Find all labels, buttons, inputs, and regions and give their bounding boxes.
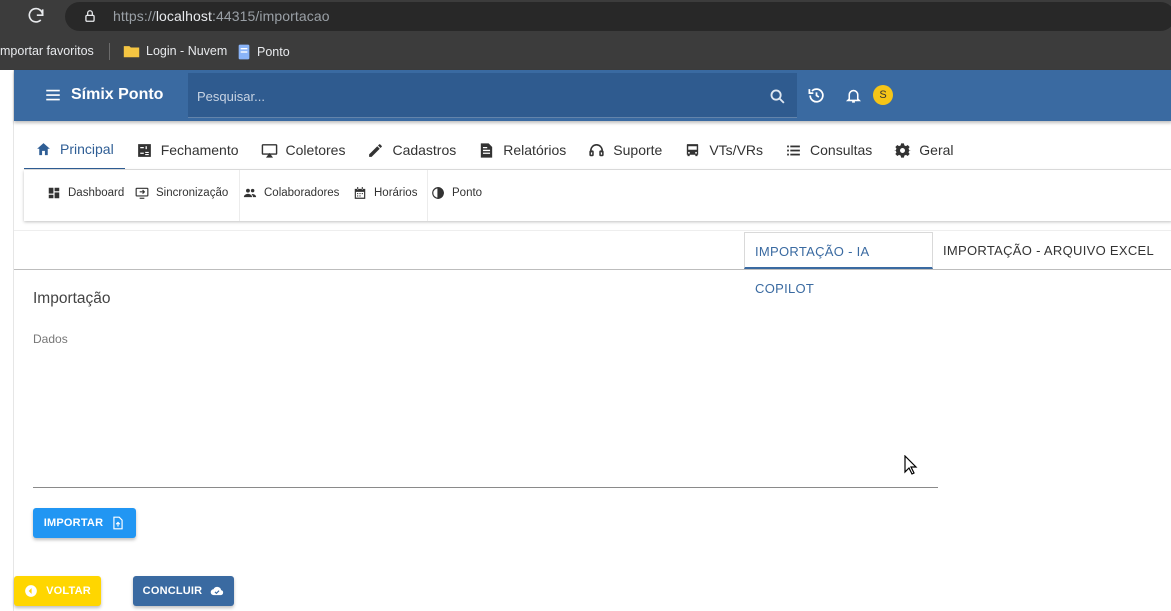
app-root: Símix Ponto S Principal Fechamento Colet… [13,70,1171,611]
subnav-label: Sincronização [156,187,229,199]
import-button[interactable]: IMPORTAR [33,508,136,538]
tabbar-divider [14,269,1171,270]
tab-label: Fechamento [160,142,239,158]
browser-chrome: https://localhost:44315/importacao mport… [0,0,1171,70]
monitor-icon [261,143,277,158]
brand-title[interactable]: Símix Ponto [71,86,163,104]
menu-icon[interactable] [44,85,62,105]
import-button-label: IMPORTAR [43,517,104,529]
bookmark-label: Ponto [257,45,290,59]
subnav-label: Colaboradores [264,187,340,199]
subnav-ponto[interactable]: Ponto [431,186,482,200]
reload-icon[interactable] [26,6,46,26]
bookmark-separator [109,43,110,60]
section-title: Importação [33,290,111,307]
clock-icon [432,187,444,199]
main-nav: Principal Fechamento Coletores Cadastros… [24,130,965,170]
tab-label: VTs/VRs [709,142,764,158]
headset-icon [589,143,604,156]
subnav-label: Dashboard [68,187,125,199]
back-circle-icon [25,585,37,597]
search-icon[interactable] [769,88,786,105]
back-button-label: VOLTAR [46,585,91,597]
tab-geral[interactable]: Geral [883,130,964,170]
bookmark-import-favorites[interactable]: mportar favoritos [0,44,94,58]
user-avatar[interactable]: S [873,85,893,105]
tab-cadastros[interactable]: Cadastros [356,130,467,170]
url-text[interactable]: https://localhost:44315/importacao [113,8,330,24]
subnav-horarios[interactable]: Horários [353,186,417,200]
tab-principal[interactable]: Principal [24,130,125,170]
bus-icon [687,143,699,156]
tab-label: Consultas [810,142,873,158]
tab-label: Coletores [285,142,346,158]
tab-label: Suporte [613,142,663,158]
document-icon [238,44,250,60]
cloud-check-icon [211,586,224,596]
back-button[interactable]: VOLTAR [14,576,101,606]
list-icon [787,145,800,155]
file-upload-icon [113,516,123,530]
app-topbar: Símix Ponto S [14,70,1171,121]
home-icon [37,142,50,155]
sync-icon [135,187,149,199]
mouse-cursor-icon [904,455,918,475]
search-box [188,73,797,118]
finish-button[interactable]: CONCLUIR [133,576,234,606]
calendar-icon [354,187,366,199]
bookmark-login-nuvem[interactable]: Login - Nuvem [123,44,227,58]
dados-textarea[interactable] [33,350,938,488]
bookmark-ponto[interactable]: Ponto [237,44,290,60]
dashboard-icon [48,187,60,199]
tab-suporte[interactable]: Suporte [577,130,673,170]
subnav-label: Horários [374,187,418,199]
pencil-icon [369,143,383,157]
sub-nav: Dashboard Sincronização Colaboradores Ho… [24,170,1171,221]
report-icon [481,142,493,158]
tab-vts-vrs[interactable]: VTs/VRs [673,130,774,170]
tab-label: Geral [919,142,954,158]
subnav-sincronizacao[interactable]: Sincronização [135,186,228,200]
bookmark-label: Login - Nuvem [146,44,228,58]
bookmark-label: mportar favoritos [0,44,94,58]
tab-coletores[interactable]: Coletores [250,130,357,170]
tab-fechamento[interactable]: Fechamento [125,130,250,170]
search-input[interactable] [197,85,757,107]
subnav-separator [427,170,428,221]
gear-icon [894,142,912,158]
bell-icon[interactable] [845,86,862,105]
finish-button-label: CONCLUIR [142,585,203,597]
tab-consultas[interactable]: Consultas [774,130,883,170]
tab-label: Cadastros [392,142,457,158]
lock-icon[interactable] [83,8,97,24]
subnav-label: Ponto [452,187,483,199]
dados-label: Dados [33,332,68,346]
subnav-dashboard[interactable]: Dashboard [47,186,124,200]
calculator-icon [137,143,151,157]
history-icon[interactable] [807,86,826,105]
subnav-colaboradores[interactable]: Colaboradores [243,186,339,200]
subnav-separator [239,170,240,221]
tab-importacao-arquivo-excel[interactable]: IMPORTAÇÃO - ARQUIVO EXCEL [933,232,1171,269]
tabbar-top-divider [14,230,1171,231]
tab-relatorios[interactable]: Relatórios [467,130,577,170]
folder-icon [123,46,140,58]
tab-label: Relatórios [503,142,567,158]
tab-importacao-ia-copilot[interactable]: IMPORTAÇÃO - IA COPILOT [744,232,933,296]
tab-label: Principal [60,141,114,157]
people-icon [243,188,257,198]
